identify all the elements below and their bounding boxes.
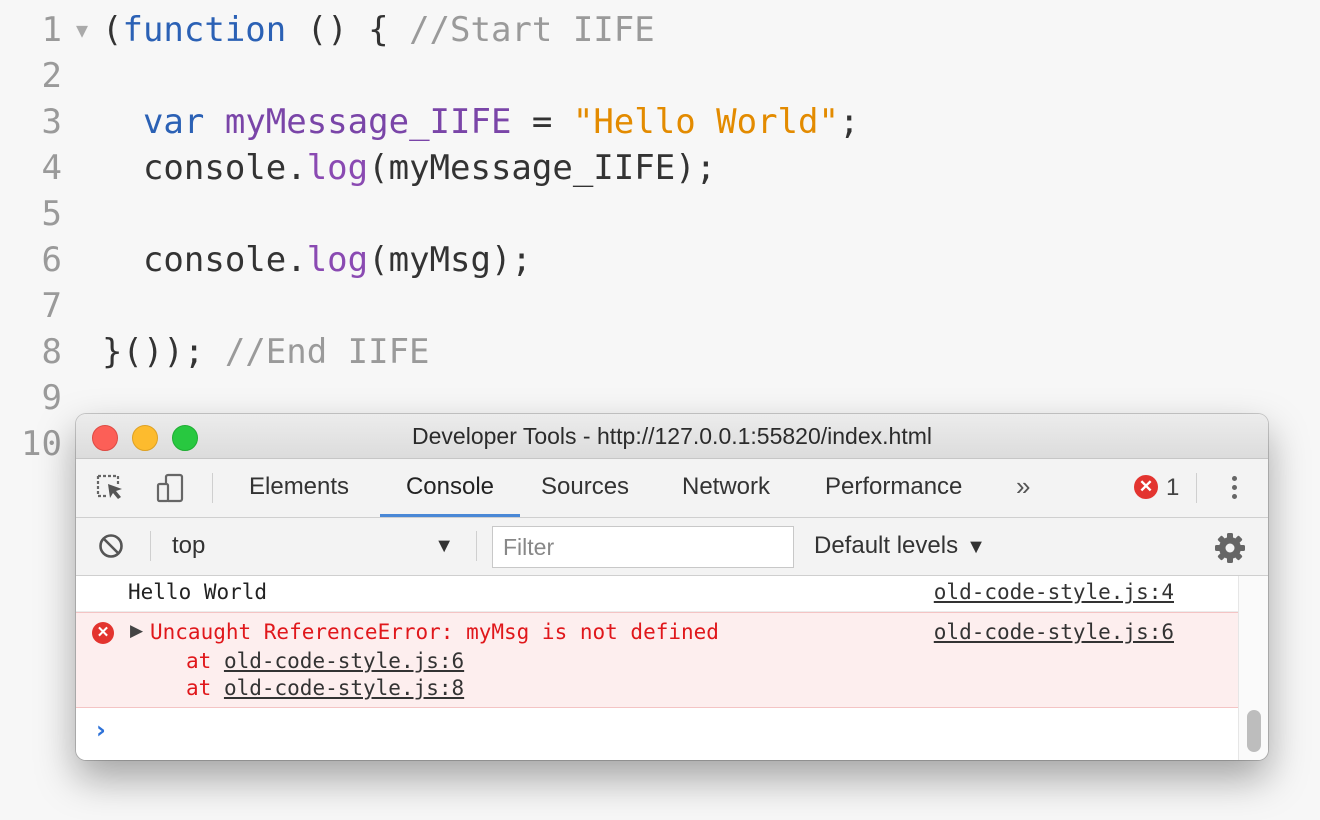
error-message: Uncaught ReferenceError: myMsg is not de… [150,620,719,644]
line-number[interactable]: 2 [0,53,62,99]
code-token: log [306,240,369,280]
toolbar-separator [1196,473,1197,503]
code-line: 5 [0,191,102,237]
code-token: console. [102,240,307,280]
more-options-icon[interactable] [1222,473,1246,505]
stack-frame: at old-code-style.js:6 [186,649,465,673]
code-token: = [511,102,573,142]
console-error-row: ✕ ▶ Uncaught ReferenceError: myMsg is no… [76,612,1238,708]
line-number[interactable]: 3 [0,99,62,145]
stack-frame-link[interactable]: old-code-style.js:6 [224,649,464,673]
log-message: Hello World [128,580,268,604]
code-line: 7 [0,283,102,329]
source-link[interactable]: old-code-style.js:4 [934,580,1174,604]
code-line: 1 ▼ (function () { //Start IIFE [0,7,655,53]
tab-elements[interactable]: Elements [229,459,369,517]
code-line: 8 }()); //End IIFE [0,329,430,375]
more-tabs-button[interactable]: » [1016,459,1030,517]
expand-triangle-icon[interactable]: ▶ [130,621,143,641]
code-token: myMessage_IIFE [224,102,512,142]
toolbar-separator [150,531,151,561]
code-line: 4 console.log(myMessage_IIFE); [0,145,717,191]
chevron-down-icon: ▼ [434,535,454,557]
window-titlebar[interactable]: Developer Tools - http://127.0.0.1:55820… [76,414,1268,459]
devtools-window: Developer Tools - http://127.0.0.1:55820… [76,414,1268,760]
error-count-icon[interactable]: ✕ [1134,475,1158,499]
gear-icon[interactable] [1214,532,1246,564]
inspect-element-icon[interactable] [94,472,128,504]
line-number[interactable]: 6 [0,237,62,283]
code-token: () { [286,10,410,50]
clear-console-icon[interactable] [98,533,124,559]
chevron-down-icon: ▼ [966,536,986,558]
console-toolbar: top ▼ Default levels ▼ [76,518,1268,576]
line-number[interactable]: 7 [0,283,62,329]
log-levels-dropdown[interactable]: Default levels ▼ [814,528,986,564]
line-number[interactable]: 8 [0,329,62,375]
line-number[interactable]: 9 [0,375,62,421]
devtools-tabbar: Elements Console Sources Network Perform… [76,459,1268,518]
toolbar-separator [212,473,213,503]
code-token: ; [838,102,860,142]
error-icon: ✕ [92,622,114,644]
line-number[interactable]: 4 [0,145,62,191]
code-token: }()); [102,332,225,372]
window-title: Developer Tools - http://127.0.0.1:55820… [412,423,932,449]
console-scrollbar[interactable] [1238,576,1268,760]
tab-console[interactable]: Console [380,459,520,517]
code-line: 2 [0,53,102,99]
code-token: function [122,10,287,50]
code-line: 6 console.log(myMsg); [0,237,532,283]
device-toolbar-icon[interactable] [154,472,188,504]
code-token: console. [102,148,307,188]
error-count[interactable]: 1 [1166,459,1179,517]
tab-performance[interactable]: Performance [805,459,982,517]
scrollbar-thumb[interactable] [1247,710,1261,752]
console-prompt-icon[interactable]: › [96,716,106,744]
toolbar-separator [476,531,477,561]
line-number[interactable]: 5 [0,191,62,237]
stack-frame: at old-code-style.js:8 [186,676,465,700]
log-levels-label: Default levels [814,532,959,559]
context-selector[interactable]: top ▼ [172,528,454,564]
code-token: //End IIFE [224,332,430,372]
code-token: var [142,102,205,142]
code-token: //Start IIFE [409,10,655,50]
line-number[interactable]: 10 [0,421,62,467]
line-number[interactable]: 1 [0,7,62,53]
fold-arrow-icon[interactable]: ▼ [62,7,102,53]
tab-sources[interactable]: Sources [521,459,649,517]
code-token: log [306,148,369,188]
code-token: (myMsg); [368,240,532,280]
code-token: "Hello World" [572,102,839,142]
context-value: top [172,532,206,559]
filter-input[interactable] [492,526,794,568]
code-line: 3 var myMessage_IIFE = "Hello World"; [0,99,860,145]
stack-frame-link[interactable]: old-code-style.js:8 [224,676,464,700]
console-log-row: Hello World old-code-style.js:4 [76,576,1238,612]
console-output[interactable]: Hello World old-code-style.js:4 ✕ ▶ Unca… [76,576,1238,760]
code-token: (myMessage_IIFE); [368,148,717,188]
tab-network[interactable]: Network [662,459,790,517]
code-token: ( [102,10,123,50]
source-link[interactable]: old-code-style.js:6 [934,620,1174,644]
